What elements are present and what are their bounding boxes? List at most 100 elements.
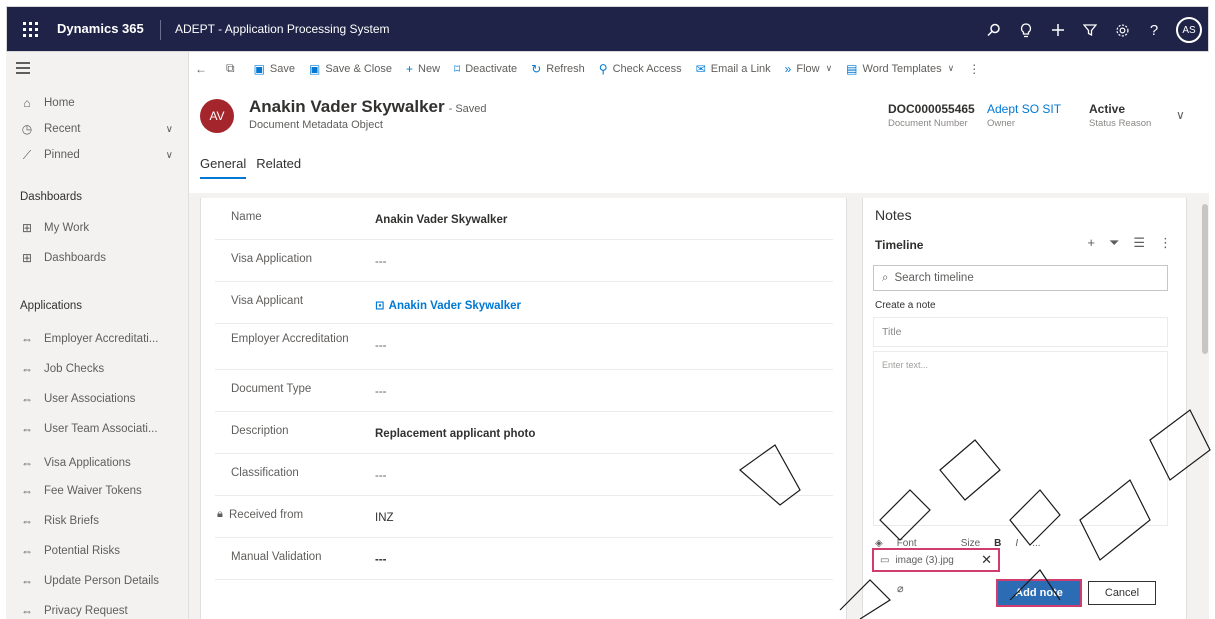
hamburger-icon[interactable] [16, 62, 30, 74]
entity-icon: ⇔ [21, 574, 33, 588]
sidebar-item-my-work[interactable]: ⊞ My Work [6, 215, 188, 241]
sidebar-item-recent[interactable]: ◷ Recent ∨ [6, 116, 188, 142]
chevron-down-icon[interactable]: ∨ [166, 150, 173, 161]
timeline-heading: Timeline [875, 238, 924, 252]
new-button[interactable]: + New [406, 62, 440, 76]
check-access-button[interactable]: ⚲ Check Access [599, 62, 682, 76]
sidebar-item-app[interactable]: ⇔ Fee Waiver Tokens [6, 478, 188, 504]
top-actions: ? AS [978, 17, 1202, 43]
tab-general[interactable]: General [200, 156, 247, 179]
app-name[interactable]: ADEPT - Application Processing System [175, 22, 390, 36]
record-name: Anakin Vader Skywalker [249, 97, 445, 116]
check-access-label: Check Access [612, 62, 682, 75]
name-input[interactable]: Anakin Vader Skywalker [375, 214, 507, 226]
chevron-down-icon[interactable]: ∨ [1176, 108, 1185, 122]
sidebar-item-label: Privacy Request [44, 605, 128, 617]
classification-select[interactable]: --- [375, 470, 387, 482]
visa-applicant-lookup[interactable]: ⊡ Anakin Vader Skywalker [375, 298, 521, 312]
deactivate-button[interactable]: ⌑ Deactivate [454, 62, 517, 76]
sidebar-item-app[interactable]: ⇔ Job Checks [6, 356, 188, 382]
list-icon[interactable]: ☰ [1133, 235, 1145, 251]
refresh-icon: ↻ [531, 61, 542, 76]
entity-icon: ⇔ [21, 484, 33, 498]
sidebar-item-app[interactable]: ⇔ Visa Applications [6, 450, 188, 476]
popout-icon: ⧉ [226, 61, 235, 75]
sidebar-item-label: Risk Briefs [44, 515, 99, 527]
attachment-chip[interactable]: ▭ image (3).jpg ✕ [872, 548, 1000, 572]
help-icon[interactable]: ? [1138, 17, 1170, 43]
sidebar-item-dashboards[interactable]: ⊞ Dashboards [6, 245, 188, 271]
plus-icon[interactable]: + [1087, 235, 1095, 251]
sidebar-item-home[interactable]: ⌂ Home [6, 90, 188, 116]
cancel-button[interactable]: Cancel [1088, 581, 1156, 605]
scrollbar[interactable] [1201, 198, 1209, 619]
manual-validation-select[interactable]: --- [375, 554, 387, 566]
plus-icon[interactable] [1042, 17, 1074, 43]
sidebar-item-pinned[interactable]: ⟋ Pinned ∨ [6, 142, 188, 168]
sidebar-item-app[interactable]: ⇔ User Associations [6, 386, 188, 412]
font-select[interactable]: Font [897, 538, 917, 549]
sidebar-item-app[interactable]: ⇔ Employer Accreditati... [6, 326, 188, 352]
search-icon[interactable] [978, 17, 1010, 43]
word-icon: ▤ [846, 61, 858, 76]
scrollbar-thumb[interactable] [1202, 204, 1208, 354]
document-type-select[interactable]: --- [375, 386, 387, 398]
sidebar-item-label: Update Person Details [44, 575, 160, 587]
user-avatar[interactable]: AS [1176, 17, 1202, 43]
popout-button[interactable]: ⧉ [226, 61, 240, 76]
more-commands-button[interactable]: ⋮ [968, 62, 985, 76]
save-button[interactable]: ▣ Save [254, 62, 295, 76]
entity-icon: ⇔ [21, 604, 33, 618]
visa-applicant-value[interactable]: Anakin Vader Skywalker [389, 300, 521, 312]
description-input[interactable]: Replacement applicant photo [375, 428, 535, 440]
sidebar-item-app[interactable]: ⇔ Privacy Request [6, 598, 188, 619]
refresh-button[interactable]: ↻ Refresh [531, 62, 585, 76]
create-note-label: Create a note [875, 300, 936, 311]
sidebar-item-app[interactable]: ⇔ Update Person Details [6, 568, 188, 594]
sidebar-item-app[interactable]: ⇔ Risk Briefs [6, 508, 188, 534]
word-templates-label: Word Templates [862, 62, 942, 75]
close-icon[interactable]: ✕ [981, 552, 992, 568]
chevron-down-icon[interactable]: ∨ [166, 124, 173, 135]
more-button[interactable]: ... [1032, 538, 1040, 549]
more-vertical-icon[interactable]: ⋮ [1159, 235, 1172, 251]
brand-label[interactable]: Dynamics 365 [57, 21, 144, 36]
attach-icon[interactable]: ⌀ [897, 582, 904, 595]
filter-icon[interactable] [1074, 17, 1106, 43]
app-launcher-icon[interactable] [23, 22, 39, 38]
save-label: Save [269, 62, 295, 75]
format-icon[interactable]: ◈ [875, 538, 883, 549]
field-label: Visa Application [231, 253, 312, 265]
email-link-button[interactable]: ✉ Email a Link [696, 62, 771, 76]
sidebar: ⌂ Home ◷ Recent ∨ ⟋ Pinned ∨ Dashboards … [6, 52, 189, 619]
sidebar-item-app[interactable]: ⇔ Potential Risks [6, 538, 188, 564]
sidebar-item-label: Fee Waiver Tokens [44, 485, 142, 497]
timeline-search[interactable]: ⌕ Search timeline [873, 265, 1168, 291]
sidebar-item-app[interactable]: ⇔ User Team Associati... [6, 416, 188, 442]
sidebar-item-label: Recent [44, 123, 81, 135]
chevron-down-icon: ∨ [947, 63, 955, 73]
tab-related[interactable]: Related [256, 156, 301, 179]
entity-icon: ⇔ [21, 514, 33, 528]
lightbulb-icon[interactable] [1010, 17, 1042, 43]
back-button[interactable]: ← [195, 62, 212, 76]
gear-icon[interactable] [1106, 17, 1138, 43]
add-note-button[interactable]: Add note [996, 579, 1082, 607]
word-templates-button[interactable]: ▤ Word Templates ∨ [846, 62, 954, 76]
save-close-button[interactable]: ▣ Save & Close [309, 62, 392, 76]
owner-link[interactable]: Adept SO SIT [987, 102, 1061, 116]
flow-button[interactable]: » Flow ∨ [785, 62, 833, 76]
filter-icon[interactable]: ⏷ [1109, 235, 1119, 251]
visa-application-lookup[interactable]: --- [375, 256, 387, 268]
size-select[interactable]: Size [961, 538, 980, 549]
clock-icon: ◷ [21, 122, 33, 136]
user-key-icon: ⚲ [598, 61, 608, 76]
employer-accreditation-lookup[interactable]: --- [375, 340, 387, 352]
italic-button[interactable]: I [1015, 538, 1018, 549]
note-body-textarea[interactable]: Enter text... [873, 351, 1168, 526]
note-title-input[interactable]: Title [873, 317, 1168, 347]
field-employer-accreditation: Employer Accreditation --- [215, 324, 833, 370]
bold-button[interactable]: B [994, 538, 1001, 549]
flow-label: Flow [796, 62, 820, 75]
search-input[interactable]: Search timeline [894, 272, 973, 284]
